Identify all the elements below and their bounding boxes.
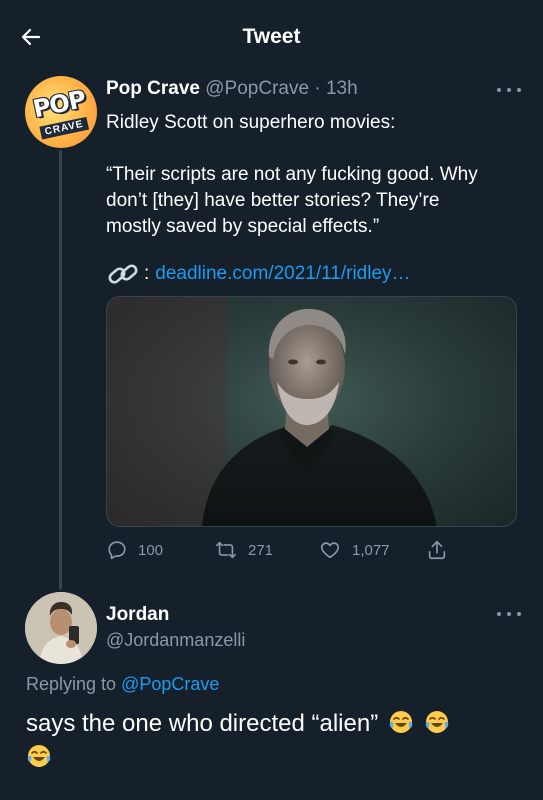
tweet-text-line: Ridley Scott on superhero movies: <box>106 112 396 133</box>
portrait-photo <box>107 297 437 526</box>
tweet-text-line: “Their scripts are not any fucking good.… <box>106 164 478 185</box>
like-count: 1,077 <box>352 541 390 559</box>
replying-to-mention[interactable]: @PopCrave <box>121 674 219 694</box>
tweet-actions: 100 271 1,077 <box>106 538 466 562</box>
tweet-text-line: don’t [they] have better stories? They’r… <box>106 190 440 211</box>
author-handle[interactable]: @PopCrave <box>205 78 309 99</box>
reply-author-handle[interactable]: @Jordanmanzelli <box>106 630 245 651</box>
thread-connector-line <box>59 150 62 590</box>
retweet-button[interactable]: 271 <box>214 538 273 562</box>
replying-to-label: Replying to <box>26 674 117 694</box>
share-icon <box>428 540 446 560</box>
profile-photo <box>25 592 97 664</box>
tweet-text-line: mostly saved by special effects.” <box>106 216 380 237</box>
arrow-left-icon <box>21 28 41 46</box>
tweet-more-button[interactable] <box>497 82 521 98</box>
share-button[interactable] <box>426 538 458 562</box>
reply-more-button[interactable] <box>497 606 521 622</box>
retweet-icon <box>216 541 236 559</box>
reply-icon <box>108 541 126 560</box>
more-dot-icon <box>497 88 501 92</box>
tears-of-joy-emoji-icon <box>425 711 448 733</box>
jordan-avatar[interactable] <box>25 592 97 664</box>
link-colon: : <box>144 263 150 284</box>
back-button[interactable] <box>14 20 48 54</box>
retweet-count: 271 <box>248 541 274 559</box>
more-dot-icon <box>517 88 521 92</box>
reply-body: says the one who directed “alien” <box>26 707 526 775</box>
top-bar: Tweet <box>0 0 543 74</box>
tweet-timestamp[interactable]: 13h <box>326 78 358 99</box>
heart-icon <box>320 542 340 559</box>
pop-crave-avatar[interactable]: POP CRAVE <box>25 76 97 148</box>
logo-text-crave: CRAVE <box>39 116 89 140</box>
reply-text: says the one who directed “alien” <box>26 710 379 737</box>
tweet-body: Ridley Scott on superhero movies: “Their… <box>106 110 521 240</box>
like-button[interactable]: 1,077 <box>318 538 390 562</box>
reply-button[interactable]: 100 <box>106 538 163 562</box>
link-icon <box>108 264 138 284</box>
tears-of-joy-emoji-icon <box>389 711 413 733</box>
author-name[interactable]: Pop Crave <box>106 78 200 99</box>
more-dot-icon <box>517 612 521 616</box>
tweet-link-line: : deadline.com/2021/11/ridley… <box>106 262 411 286</box>
reply-author-name[interactable]: Jordan <box>106 604 169 626</box>
more-dot-icon <box>507 88 511 92</box>
tweet-author-line: Pop Crave @PopCrave · 13h <box>106 78 358 100</box>
replying-to-line: Replying to @PopCrave <box>26 674 219 695</box>
page-title: Tweet <box>242 25 301 48</box>
more-dot-icon <box>507 612 511 616</box>
tweet-photo[interactable] <box>106 296 517 527</box>
more-dot-icon <box>497 612 501 616</box>
article-link[interactable]: deadline.com/2021/11/ridley… <box>155 263 410 285</box>
pop-crave-logo: POP CRAVE <box>29 85 93 142</box>
meta-separator: · <box>314 78 321 99</box>
reply-count: 100 <box>138 541 164 559</box>
tears-of-joy-emoji-icon <box>27 745 51 767</box>
